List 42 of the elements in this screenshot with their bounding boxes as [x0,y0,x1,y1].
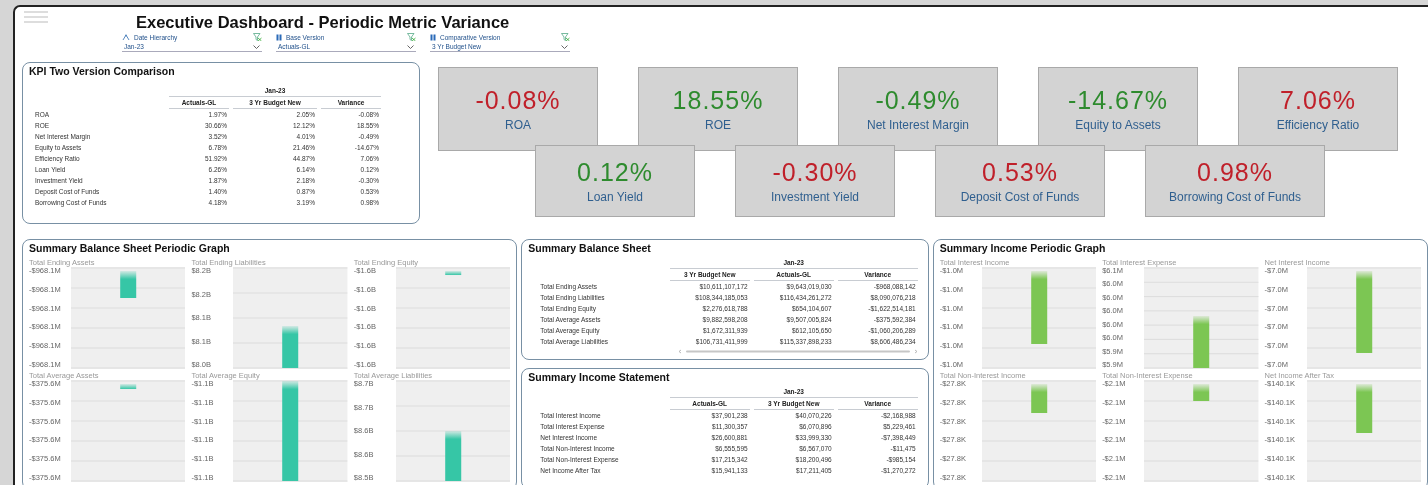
kpi-value: 7.06% [1280,86,1356,114]
bar [282,326,299,368]
panel-title: Summary Balance Sheet [528,242,652,254]
panel-title: Summary Income Statement [528,371,671,383]
menu-icon[interactable] [24,11,48,23]
kpi-label: Equity to Assets [1075,118,1161,132]
bar [120,271,137,298]
kpi-value: 18.55% [672,86,764,114]
horizontal-scrollbar[interactable] [678,349,919,354]
kpi-label: ROE [705,118,731,132]
filter-clear-icon[interactable] [561,33,570,41]
kpi-value: -0.49% [875,86,961,114]
kpi-label: Investment Yield [770,190,860,204]
kpi-label: Deposit Cost of Funds [960,190,1080,204]
bar [445,431,462,481]
filter-clear-icon[interactable] [253,33,262,41]
bar [1193,384,1210,401]
kpi-value: 0.98% [1197,158,1273,186]
bar [445,271,462,275]
version-icon [430,33,436,41]
bar [1193,316,1210,368]
kpi-label: Efficiency Ratio [1276,118,1360,132]
chevron-down-icon [561,44,568,49]
kpi-label: Loan Yield [586,190,644,204]
kpi-value: 0.12% [577,158,653,186]
panel-title: KPI Two Version Comparison [29,65,176,77]
filter-clear-icon[interactable] [407,33,416,41]
kpi-value: 0.53% [982,158,1058,186]
kpi-value: -0.30% [772,158,858,186]
kpi-label: Borrowing Cost of Funds [1168,190,1302,204]
kpi-value: -14.67% [1067,86,1169,114]
kpi-value: -0.08% [475,86,561,114]
panel-title: Summary Balance Sheet Periodic Graph [29,242,231,254]
bar [120,384,137,389]
kpi-label: Net Interest Margin [866,118,969,132]
panel-title: Summary Income Periodic Graph [939,242,1107,254]
chevron-down-icon [407,44,414,49]
chevron-down-icon [253,44,260,49]
version-icon [276,33,282,41]
hierarchy-icon [122,33,130,41]
kpi-label: ROA [505,118,531,132]
dashboard-title: Executive Dashboard - Periodic Metric Variance [136,13,511,32]
